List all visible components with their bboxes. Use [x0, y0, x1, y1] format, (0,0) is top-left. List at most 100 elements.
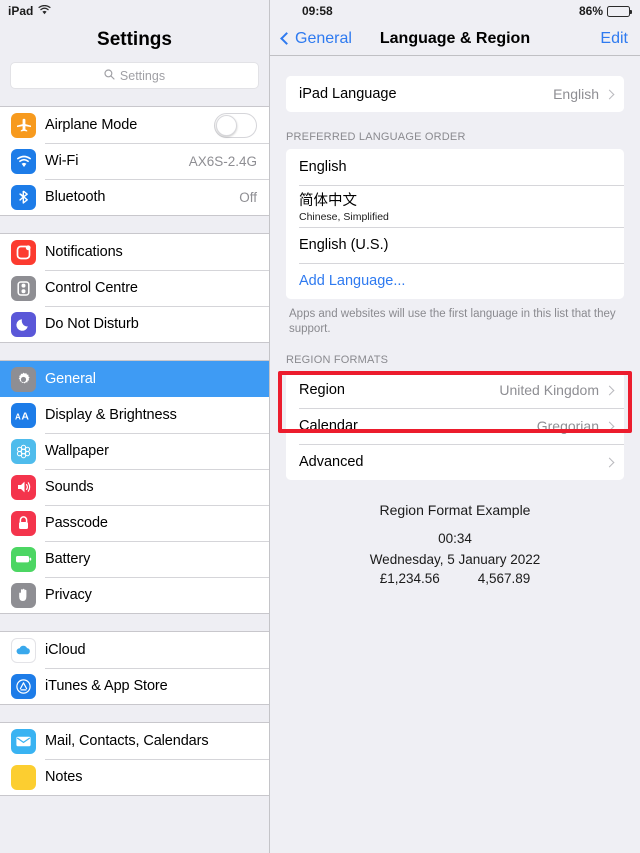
bluetooth-status-value: Off — [239, 189, 257, 205]
row-label: English (U.S.) — [299, 237, 389, 253]
example-time: 00:34 — [438, 531, 472, 547]
sidebar-item-airplane-mode[interactable]: Airplane Mode — [0, 107, 269, 143]
example-currency: £1,234.56 — [379, 571, 440, 587]
sidebar-item-control-centre[interactable]: Control Centre — [0, 270, 269, 306]
airplane-mode-toggle[interactable] — [214, 112, 257, 138]
icloud-icon — [11, 637, 36, 663]
row-label: Advanced — [299, 454, 364, 471]
sidebar-gap — [0, 614, 269, 631]
sidebar-item-do-not-disturb[interactable]: Do Not Disturb — [0, 306, 269, 342]
sidebar-item-label: iTunes & App Store — [45, 678, 168, 694]
toggle-knob — [216, 114, 237, 136]
sidebar-item-label: Privacy — [45, 587, 92, 603]
row-ipad-language[interactable]: iPad Language English — [286, 76, 624, 112]
language-row-english-us[interactable]: English (U.S.) — [286, 227, 624, 263]
row-calendar[interactable]: Calendar Gregorian — [286, 408, 624, 445]
sidebar-item-itunes-app-store[interactable]: iTunes & App Store — [0, 668, 269, 704]
sidebar-item-label: Airplane Mode — [45, 117, 138, 133]
sidebar-item-bluetooth[interactable]: Bluetooth Off — [0, 179, 269, 215]
page-title: Settings — [0, 22, 269, 57]
clock-label: 09:58 — [302, 4, 333, 18]
region-value: United Kingdom — [499, 382, 599, 399]
sidebar-item-label: Battery — [45, 551, 91, 567]
chevron-left-icon — [280, 32, 293, 45]
chevron-right-icon — [604, 457, 615, 468]
sounds-icon — [11, 474, 36, 500]
hand-icon — [11, 582, 36, 608]
chevron-right-icon — [604, 385, 615, 396]
add-language-button[interactable]: Add Language... — [286, 263, 624, 299]
search-input[interactable]: Settings — [10, 62, 259, 89]
sidebar-item-passcode[interactable]: Passcode — [0, 505, 269, 541]
sidebar-item-mail-contacts-calendars[interactable]: Mail, Contacts, Calendars — [0, 723, 269, 759]
region-formats-header: REGION FORMATS — [286, 354, 389, 367]
edit-button[interactable]: Edit — [600, 30, 628, 48]
sidebar-item-label: Sounds — [45, 479, 94, 495]
battery-icon — [11, 546, 36, 572]
ipad-language-card: iPad Language English — [286, 76, 624, 112]
language-row-english[interactable]: English — [286, 149, 624, 185]
back-button-general[interactable]: General — [280, 29, 352, 48]
search-placeholder: Settings — [119, 68, 166, 83]
sidebar-item-wallpaper[interactable]: Wallpaper — [0, 433, 269, 469]
row-advanced[interactable]: Advanced — [286, 444, 624, 481]
left-status-bar: iPad — [0, 0, 269, 22]
back-button-label: General — [295, 29, 352, 47]
ipad-settings-screen: iPad Settings Settings Airplane Mode Wi-… — [0, 0, 640, 853]
bluetooth-icon — [11, 184, 36, 210]
lock-icon — [11, 510, 36, 536]
preferred-languages-card: English 简体中文 Chinese, Simplified English… — [286, 149, 624, 299]
wallpaper-icon — [11, 438, 36, 464]
sidebar-item-notes[interactable]: Notes — [0, 759, 269, 795]
row-label: 简体中文 — [299, 193, 357, 209]
row-label: English — [299, 159, 347, 175]
svg-text:A: A — [21, 410, 29, 422]
sidebar-item-general[interactable]: General — [0, 361, 269, 397]
region-formats-card: Region United Kingdom Calendar Gregorian… — [286, 372, 624, 481]
preferred-language-order-header: PREFERRED LANGUAGE ORDER — [286, 131, 466, 143]
airplane-icon — [11, 112, 36, 138]
row-label: iPad Language — [299, 86, 397, 102]
sidebar-item-wifi[interactable]: Wi-Fi AX6S-2.4G — [0, 143, 269, 179]
sidebar-item-display-brightness[interactable]: AA Display & Brightness — [0, 397, 269, 433]
wifi-icon — [11, 148, 36, 174]
search-container: Settings — [0, 57, 269, 98]
language-text-stack: 简体中文 Chinese, Simplified — [299, 189, 389, 223]
calendar-value: Gregorian — [536, 418, 599, 435]
detail-content: iPad Language English PREFERRED LANGUAGE… — [270, 56, 640, 586]
battery-icon — [607, 5, 632, 17]
chevron-right-icon — [604, 421, 615, 432]
sidebar-item-privacy[interactable]: Privacy — [0, 577, 269, 613]
navigation-bar: General Language & Region Edit — [270, 22, 640, 56]
sidebar-gap — [0, 216, 269, 233]
sidebar-item-label: Mail, Contacts, Calendars — [45, 733, 209, 749]
example-date: Wednesday, 5 January 2022 — [369, 552, 541, 568]
mail-icon — [11, 728, 36, 754]
sidebar-group-system: Notifications Control Centre Do Not Dist… — [0, 233, 269, 343]
sidebar-item-label: Notes — [45, 769, 83, 785]
sidebar-gap — [0, 343, 269, 360]
wifi-icon — [38, 4, 51, 18]
row-label: Region — [299, 382, 345, 399]
ipad-language-value: English — [553, 86, 599, 102]
content-gap — [270, 56, 640, 76]
sidebar-item-notifications[interactable]: Notifications — [0, 234, 269, 270]
sidebar-item-sounds[interactable]: Sounds — [0, 469, 269, 505]
sidebar-item-label: iCloud — [45, 642, 86, 658]
svg-text:A: A — [15, 412, 21, 421]
sidebar-item-label: Wallpaper — [45, 443, 109, 459]
control-centre-icon — [11, 275, 36, 301]
moon-icon — [11, 311, 36, 337]
row-sublabel: Chinese, Simplified — [299, 211, 389, 223]
sidebar-item-label: Do Not Disturb — [45, 316, 139, 332]
sidebar-item-label: Display & Brightness — [45, 407, 177, 423]
sidebar-item-battery[interactable]: Battery — [0, 541, 269, 577]
sidebar-group-connectivity: Airplane Mode Wi-Fi AX6S-2.4G Bluetooth … — [0, 106, 269, 216]
language-row-chinese-simplified[interactable]: 简体中文 Chinese, Simplified — [286, 185, 624, 227]
battery-status: 86% — [579, 4, 632, 18]
sidebar-item-icloud[interactable]: iCloud — [0, 632, 269, 668]
sidebar-group-apps: Mail, Contacts, Calendars Notes — [0, 722, 269, 796]
wifi-network-value: AX6S-2.4G — [188, 153, 257, 169]
sidebar-item-label: General — [45, 371, 96, 387]
row-region[interactable]: Region United Kingdom — [286, 372, 624, 409]
